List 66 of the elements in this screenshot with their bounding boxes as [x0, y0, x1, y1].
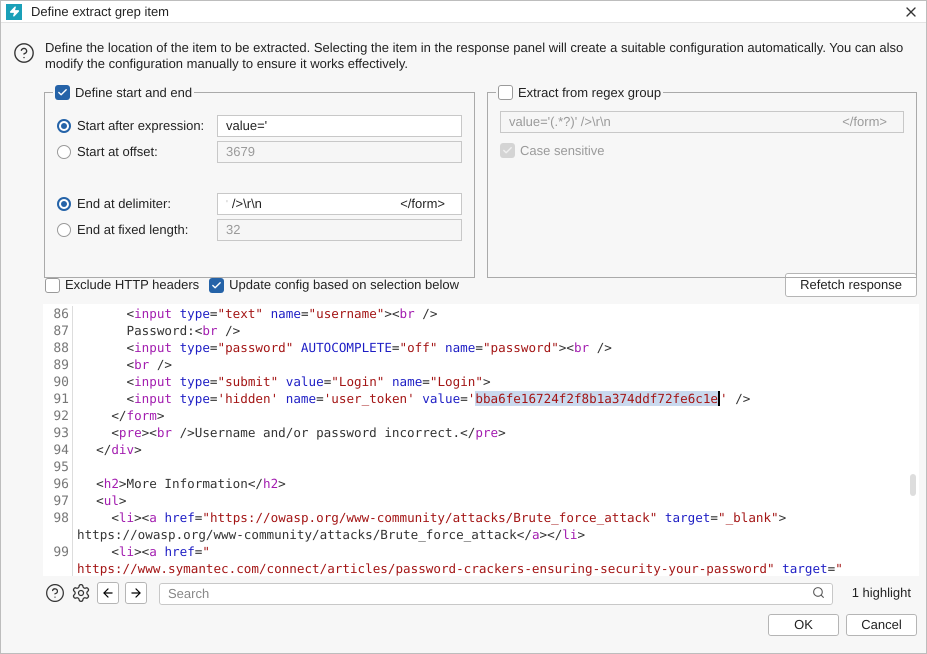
highlight-count: 1 highlight: [852, 584, 911, 602]
check-icon: [57, 87, 68, 98]
code-line: <ul>: [95, 492, 127, 510]
window-title: Define extract grep item: [31, 2, 170, 21]
help-icon: [13, 42, 35, 64]
code-line: https://owasp.org/www-community/attacks/Brute_force_attack</a></li>: [77, 526, 586, 544]
line-number: 94: [53, 442, 69, 460]
option-label: Start after expression:: [77, 117, 206, 136]
code-line: https://www.symantec.com/connect/articles/password-crackers-ensuring-security-your-password" target=": [77, 560, 843, 576]
code-line: <br />: [125, 356, 172, 374]
option-label: Start at offset:: [77, 143, 159, 162]
group-title: Define start and end: [75, 84, 192, 102]
help-icon[interactable]: [45, 583, 65, 603]
group-title: Extract from regex group: [518, 84, 662, 102]
code-line: <li><a href=": [110, 543, 210, 562]
forward-button[interactable]: [125, 582, 147, 604]
checkbox[interactable]: [45, 278, 60, 292]
line-number: 93: [53, 424, 69, 443]
app-icon: [6, 4, 22, 20]
line-number: 88: [53, 340, 69, 358]
line-number: 97: [53, 492, 69, 511]
description-text: Define the location of the item to be extracted. Selecting the item in the response panel will create a suitable configuration automatically. You can also modify the configuration manually to ensure it works effectively.: [45, 40, 904, 72]
code-line: <pre><br />Username and/or password incorrect.</pre>: [110, 424, 506, 442]
refetch-button[interactable]: Refetch response: [785, 273, 917, 297]
line-number: 92: [53, 408, 69, 426]
radio-button[interactable]: [57, 145, 71, 159]
radio-button[interactable]: [57, 197, 71, 211]
line-number: 91: [53, 390, 69, 409]
check-icon: [211, 280, 222, 290]
line-number: 87: [53, 322, 69, 341]
dialog-button[interactable]: OK: [768, 614, 839, 636]
option-label: End at delimiter:: [77, 195, 172, 214]
back-button[interactable]: [97, 582, 119, 604]
code-line: </div>: [95, 441, 142, 460]
option-label: End at fixed length:: [77, 221, 190, 240]
code-line: <li><a href="https://owasp.org/www-community/attacks/Brute_force_attack" target="_blank">: [110, 509, 786, 528]
line-number: 86: [53, 306, 69, 324]
line-number: 95: [53, 458, 69, 477]
text-field[interactable]: value=': [217, 115, 462, 137]
checkbox-label: Case sensitive: [520, 142, 605, 160]
scrollbar-thumb[interactable]: [910, 474, 916, 496]
code-line: <input type="submit" value="Login" name="Login">: [125, 373, 491, 392]
radio-button[interactable]: [57, 119, 71, 133]
checkbox[interactable]: [498, 85, 513, 100]
line-number: 89: [53, 356, 69, 375]
code-line: <h2>More Information</h2>: [95, 475, 286, 494]
code-line: <input type='hidden' name='user_token' value='bba6fe16724f2f8b1a374ddf72fe6c1e' />: [125, 390, 750, 408]
line-number: 98: [53, 510, 69, 528]
check-icon: [502, 145, 513, 156]
search-field[interactable]: Search: [159, 582, 833, 604]
checkbox[interactable]: [209, 278, 224, 292]
radio-button[interactable]: [57, 223, 71, 237]
checkbox-label: Exclude HTTP headers: [65, 276, 200, 294]
code-line: <input type="password" AUTOCOMPLETE="off" name="password"><br />: [125, 339, 612, 358]
text-field[interactable]: ' />\r\n </form>: [217, 193, 462, 215]
dialog-button[interactable]: Cancel: [846, 614, 917, 636]
code-line: <input type="text" name="username"><br />: [125, 305, 438, 324]
line-number: 99: [53, 544, 69, 562]
code-line: </form>: [110, 407, 164, 426]
checkbox[interactable]: [55, 85, 70, 100]
line-number: 96: [53, 476, 69, 494]
line-number: 90: [53, 374, 69, 392]
settings-icon[interactable]: [71, 583, 91, 603]
checkbox-label: Update config based on selection below: [229, 276, 459, 294]
code-line: Password:<br />: [125, 322, 240, 340]
search-icon: [812, 586, 825, 599]
